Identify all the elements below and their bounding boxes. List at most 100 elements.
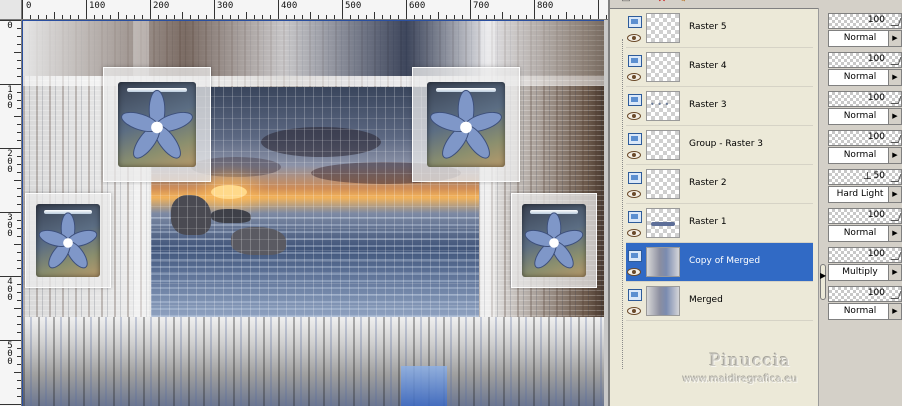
opacity-slider[interactable]: 50 ⊥ — [828, 169, 902, 185]
ruler-tick — [17, 124, 21, 125]
flower-tile-top-left — [103, 67, 211, 182]
ruler-tick — [17, 68, 21, 69]
slider-end-icon — [890, 18, 902, 26]
ruler-label-v0: 0 — [7, 21, 13, 31]
layer-thumbnail — [646, 208, 680, 238]
ruler-tick — [14, 244, 21, 245]
layer-row[interactable]: Group - Raster 3 — [626, 126, 813, 165]
opacity-slider[interactable]: 100 — [828, 13, 902, 29]
ruler-tick — [17, 140, 21, 141]
eye-icon[interactable] — [627, 151, 641, 159]
blend-mode-value: Hard Light — [836, 189, 884, 199]
watermark-author: Pinuccia — [709, 351, 791, 371]
dropdown-arrow-icon[interactable]: ▶ — [888, 304, 901, 319]
layer-row[interactable]: Raster 2 — [626, 165, 813, 204]
dropdown-arrow-icon[interactable]: ▶ — [888, 109, 901, 124]
opacity-slider[interactable]: 100 — [828, 208, 902, 224]
ruler-label-v200: 200 — [7, 149, 13, 175]
ruler-tick — [17, 356, 21, 357]
opacity-slider[interactable]: 100 — [828, 247, 902, 263]
ruler-vertical: 0 100 200 300 400 500 — [0, 20, 22, 406]
blend-mode-value: Multiply — [842, 267, 878, 277]
ruler-tick — [22, 0, 23, 19]
ruler-tick — [406, 0, 407, 19]
new-layer-icon[interactable]: ▭ — [620, 0, 632, 6]
blend-mode-select[interactable]: Hard Light ▶ — [828, 186, 902, 203]
slider-thumb-icon[interactable]: ⊥ — [863, 171, 872, 182]
ruler-tick — [598, 0, 599, 19]
ruler-tick — [286, 15, 287, 19]
layer-row[interactable]: Copy of Merged — [626, 243, 813, 282]
layers-toolbar: ▭ ✕ ✎ — [610, 0, 818, 8]
ruler-tick — [246, 12, 247, 19]
blend-mode-select[interactable]: Normal ▶ — [828, 303, 902, 320]
layers-palette: ▭ ✕ ✎ Raster 5 Raster 4 Raster 3 Group - Ra… — [608, 0, 902, 406]
dropdown-arrow-icon[interactable]: ▶ — [888, 148, 901, 163]
dropdown-arrow-icon[interactable]: ▶ — [888, 70, 901, 85]
layer-thumbnail — [646, 13, 680, 43]
dropdown-arrow-icon[interactable]: ▶ — [888, 265, 901, 280]
blend-mode-select[interactable]: Normal ▶ — [828, 30, 902, 47]
ruler-tick — [438, 12, 439, 19]
bottom-blue-accent — [401, 366, 447, 406]
blend-mode-select[interactable]: Normal ▶ — [828, 225, 902, 242]
opacity-slider[interactable]: 100 — [828, 130, 902, 146]
dropdown-arrow-icon[interactable]: ▶ — [888, 187, 901, 202]
ruler-tick — [190, 15, 191, 19]
layer-name: Raster 2 — [689, 178, 727, 188]
raster-layer-icon — [628, 172, 642, 184]
delete-layer-icon[interactable]: ✕ — [656, 0, 668, 6]
ruler-tick — [78, 15, 79, 19]
ruler-tick — [478, 15, 479, 19]
eye-icon[interactable] — [627, 268, 641, 276]
ruler-tick — [17, 332, 21, 333]
ruler-tick — [17, 76, 21, 77]
layer-row[interactable]: Raster 5 — [626, 9, 813, 48]
dropdown-arrow-icon[interactable]: ▶ — [888, 31, 901, 46]
opacity-slider[interactable]: 100 — [828, 91, 902, 107]
ruler-tick — [46, 15, 47, 19]
flower-tile-mid-right — [511, 193, 597, 288]
panel-splitter[interactable]: ▶ — [818, 8, 826, 406]
ruler-tick — [14, 308, 21, 309]
eye-icon[interactable] — [627, 73, 641, 81]
blend-mode-select[interactable]: Normal ▶ — [828, 108, 902, 125]
ruler-tick — [534, 0, 535, 19]
edit-icon[interactable]: ✎ — [676, 0, 688, 6]
opacity-value: 100 — [867, 249, 885, 259]
blend-mode-select[interactable]: Normal ▶ — [828, 147, 902, 164]
ruler-label-0: 0 — [26, 1, 32, 11]
eye-icon[interactable] — [627, 229, 641, 237]
layer-list: Raster 5 Raster 4 Raster 3 Group - Raster 3… — [610, 8, 818, 406]
ruler-tick — [118, 12, 119, 19]
ruler-tick — [366, 15, 367, 19]
ruler-tick — [454, 15, 455, 19]
eye-icon[interactable] — [627, 307, 641, 315]
opacity-slider[interactable]: 100 — [828, 52, 902, 68]
opacity-slider[interactable]: 100 — [828, 286, 902, 302]
layer-thumbnail — [646, 91, 680, 121]
eye-icon[interactable] — [627, 34, 641, 42]
layer-row[interactable]: Raster 3 — [626, 87, 813, 126]
image-canvas[interactable] — [23, 21, 604, 406]
opacity-value: 100 — [867, 210, 885, 220]
ruler-tick — [494, 15, 495, 19]
ruler-tick — [38, 15, 39, 19]
blend-mode-select[interactable]: Multiply ▶ — [828, 264, 902, 281]
ruler-tick — [526, 15, 527, 19]
ruler-tick — [0, 84, 21, 85]
group-tree-line — [622, 39, 623, 369]
dropdown-arrow-icon[interactable]: ▶ — [888, 226, 901, 241]
ruler-tick — [17, 268, 21, 269]
layer-row[interactable]: Merged — [626, 282, 813, 321]
layer-name: Copy of Merged — [689, 256, 761, 266]
eye-icon[interactable] — [627, 112, 641, 120]
ruler-tick — [198, 15, 199, 19]
ruler-tick — [606, 15, 607, 19]
ruler-tick — [0, 404, 21, 405]
layer-row[interactable]: Raster 1 — [626, 204, 813, 243]
layer-row[interactable]: Raster 4 — [626, 48, 813, 87]
eye-icon[interactable] — [627, 190, 641, 198]
opacity-value: 50 — [873, 171, 885, 181]
blend-mode-select[interactable]: Normal ▶ — [828, 69, 902, 86]
